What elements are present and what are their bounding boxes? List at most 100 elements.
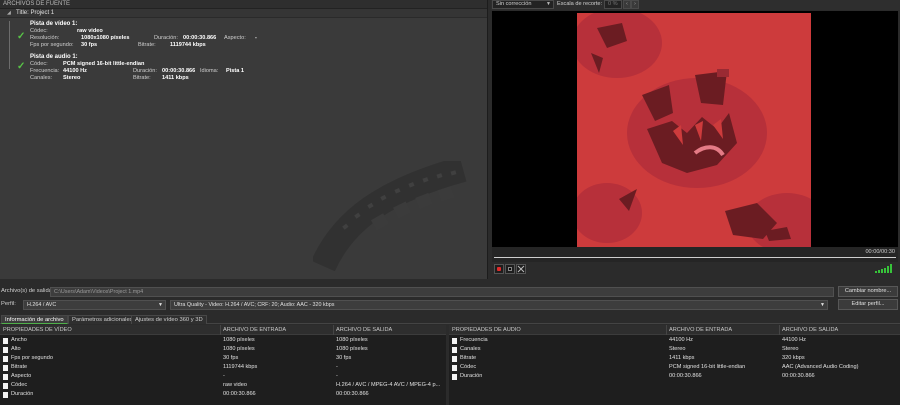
play-button[interactable] (494, 264, 504, 274)
table-row[interactable]: Aspecto - - (0, 372, 446, 381)
info-tabs: Información de archivo Parámetros adicio… (0, 314, 900, 324)
bitrate-label: Bitrate: (133, 75, 151, 81)
table-row[interactable]: Duración 00:00:30.866 00:00:30.866 (449, 372, 900, 381)
video-track-checkbox-icon[interactable]: ✓ (17, 31, 25, 42)
profile-row: Perfil: H.264 / AVC ▼ Ultra Quality - Vi… (0, 298, 900, 312)
time-readout: 00:00/00:30 (865, 249, 895, 255)
source-files-header: ARCHIVOS DE FUENTE (0, 0, 487, 9)
audio-stream-title: Pista de audio 1: (30, 54, 78, 60)
table-row[interactable]: Canales Stereo Stereo (449, 345, 900, 354)
tab-file-info[interactable]: Información de archivo (1, 315, 68, 324)
output-file-path-field[interactable]: C:\Users\Adam\Videos\Project 1.mp4 (50, 287, 834, 297)
output-file-row: Archivo(s) de salida: C:\Users\Adam\Vide… (0, 285, 900, 299)
edit-profile-button[interactable]: Editar perfil... (838, 299, 898, 310)
property-name: Ancho (11, 337, 27, 343)
document-icon (3, 338, 8, 344)
stop-button[interactable] (505, 264, 515, 274)
input-value: 00:00:30.866 (223, 391, 256, 397)
column-separator (333, 325, 334, 335)
timeline[interactable]: 00:00/00:30 (492, 247, 898, 262)
document-icon (452, 347, 457, 353)
change-name-button[interactable]: Cambiar nombre... (838, 286, 898, 297)
video-stream-info[interactable]: Pista de vídeo 1: Códec: raw video Resol… (30, 21, 257, 49)
crop-scale-decrement-button[interactable]: ‹ (623, 0, 631, 9)
output-value: 1080 píxeles (336, 346, 368, 352)
tab-additional-params[interactable]: Parámetros adicionales (68, 315, 137, 324)
language-label: Idioma: (200, 68, 219, 74)
document-icon (3, 374, 8, 380)
fullscreen-icon (517, 265, 525, 273)
table-header: PROPIEDADES DE VÍDEO ARCHIVO DE ENTRADA … (0, 325, 446, 335)
volume-icon[interactable] (874, 264, 894, 273)
chevron-down-icon: ▼ (158, 302, 163, 308)
codec-value: PCM signed 16-bit little-endian (63, 61, 145, 67)
column-separator (779, 325, 780, 335)
input-value: 1080 píxeles (223, 337, 255, 343)
input-value: - (223, 373, 225, 379)
frequency-label: Frecuencia: (30, 68, 60, 74)
project-title: Title: Project 1 (16, 10, 55, 16)
table-row[interactable]: Códec raw video H.264 / AVC / MPEG-4 AVC… (0, 381, 446, 390)
preset-dropdown[interactable]: Ultra Quality - Video: H.264 / AVC; CRF:… (170, 300, 828, 310)
crop-scale-increment-button[interactable]: › (631, 0, 639, 9)
property-name: Alto (11, 346, 21, 352)
table-row[interactable]: Alto 1080 píxeles 1080 píxeles (0, 345, 446, 354)
table-row[interactable]: Frecuencia 44100 Hz 44100 Hz (449, 336, 900, 345)
property-name: Códec (11, 382, 28, 388)
property-name: Duración (460, 373, 483, 379)
column-separator (220, 325, 221, 335)
table-row[interactable]: Ancho 1080 píxeles 1080 píxeles (0, 336, 446, 345)
source-files-panel: ARCHIVOS DE FUENTE ◢ Title: Project 1 ✓ … (0, 0, 488, 279)
table-row[interactable]: Fps por segundo 30 fps 30 fps (0, 354, 446, 363)
resolution-label: Resolución: (30, 35, 60, 41)
project-tree-item[interactable]: ◢ Title: Project 1 (0, 9, 487, 18)
codec-value: raw video (77, 28, 103, 34)
input-value: 1119744 kbps (223, 364, 258, 370)
collapse-arrow-icon[interactable]: ◢ (7, 9, 11, 18)
video-preview[interactable] (492, 11, 898, 247)
timeline-track[interactable] (494, 257, 896, 258)
output-value: - (336, 373, 338, 379)
table-row[interactable]: Bitrate 1411 kbps 320 kbps (449, 354, 900, 363)
column-header: PROPIEDADES DE VÍDEO (3, 327, 72, 333)
duration-label: Duración: (154, 35, 178, 41)
column-header: ARCHIVO DE SALIDA (336, 327, 393, 333)
output-value: AAC (Advanced Audio Coding) (782, 364, 859, 370)
correction-dropdown[interactable]: Sin corrección ▼ (492, 0, 554, 9)
input-value: 44100 Hz (669, 337, 693, 343)
profile-dropdown-value: H.264 / AVC (27, 302, 57, 308)
audio-stream-info[interactable]: Pista de audio 1: Códec: PCM signed 16-b… (30, 54, 244, 82)
input-value: 1411 kbps (669, 355, 695, 361)
document-icon (452, 374, 457, 380)
input-value: 1080 píxeles (223, 346, 255, 352)
table-row[interactable]: Duración 00:00:30.866 00:00:30.866 (0, 390, 446, 399)
bitrate-label: Bitrate: (138, 42, 156, 48)
output-value: H.264 / AVC / MPEG-4 AVC / MPEG-4 p... (336, 382, 440, 388)
tab-360-3d-settings[interactable]: Ajustes de vídeo 360 y 3D (131, 315, 207, 324)
input-value: raw video (223, 382, 247, 388)
property-name: Duración (11, 391, 34, 397)
video-stream-title: Pista de vídeo 1: (30, 21, 78, 27)
table-header: PROPIEDADES DE AUDIO ARCHIVO DE ENTRADA … (449, 325, 900, 335)
output-value: 320 kbps (782, 355, 805, 361)
frequency-value: 44100 Hz (63, 68, 87, 74)
output-value: - (336, 364, 338, 370)
column-header: ARCHIVO DE ENTRADA (223, 327, 287, 333)
property-name: Bitrate (11, 364, 28, 370)
video-properties-table: PROPIEDADES DE VÍDEO ARCHIVO DE ENTRADA … (0, 325, 446, 405)
input-value: Stereo (669, 346, 686, 352)
table-row[interactable]: Códec PCM signed 16-bit little-endian AA… (449, 363, 900, 372)
audio-track-checkbox-icon[interactable]: ✓ (17, 61, 25, 72)
document-icon (3, 383, 8, 389)
property-name: Bitrate (460, 355, 477, 361)
input-value: 00:00:30.866 (669, 373, 702, 379)
input-value: PCM signed 16-bit little-endian (669, 364, 746, 370)
resolution-value: 1080x1080 píxeles (81, 35, 130, 41)
property-name: Frecuencia (460, 337, 488, 343)
pumpkin-face-artwork-icon (577, 13, 811, 247)
table-row[interactable]: Bitrate 1119744 kbps - (0, 363, 446, 372)
fullscreen-button[interactable] (516, 264, 526, 274)
column-header: ARCHIVO DE ENTRADA (669, 327, 733, 333)
profile-dropdown[interactable]: H.264 / AVC ▼ (23, 300, 166, 310)
crop-scale-input[interactable]: 0 % (604, 0, 622, 9)
